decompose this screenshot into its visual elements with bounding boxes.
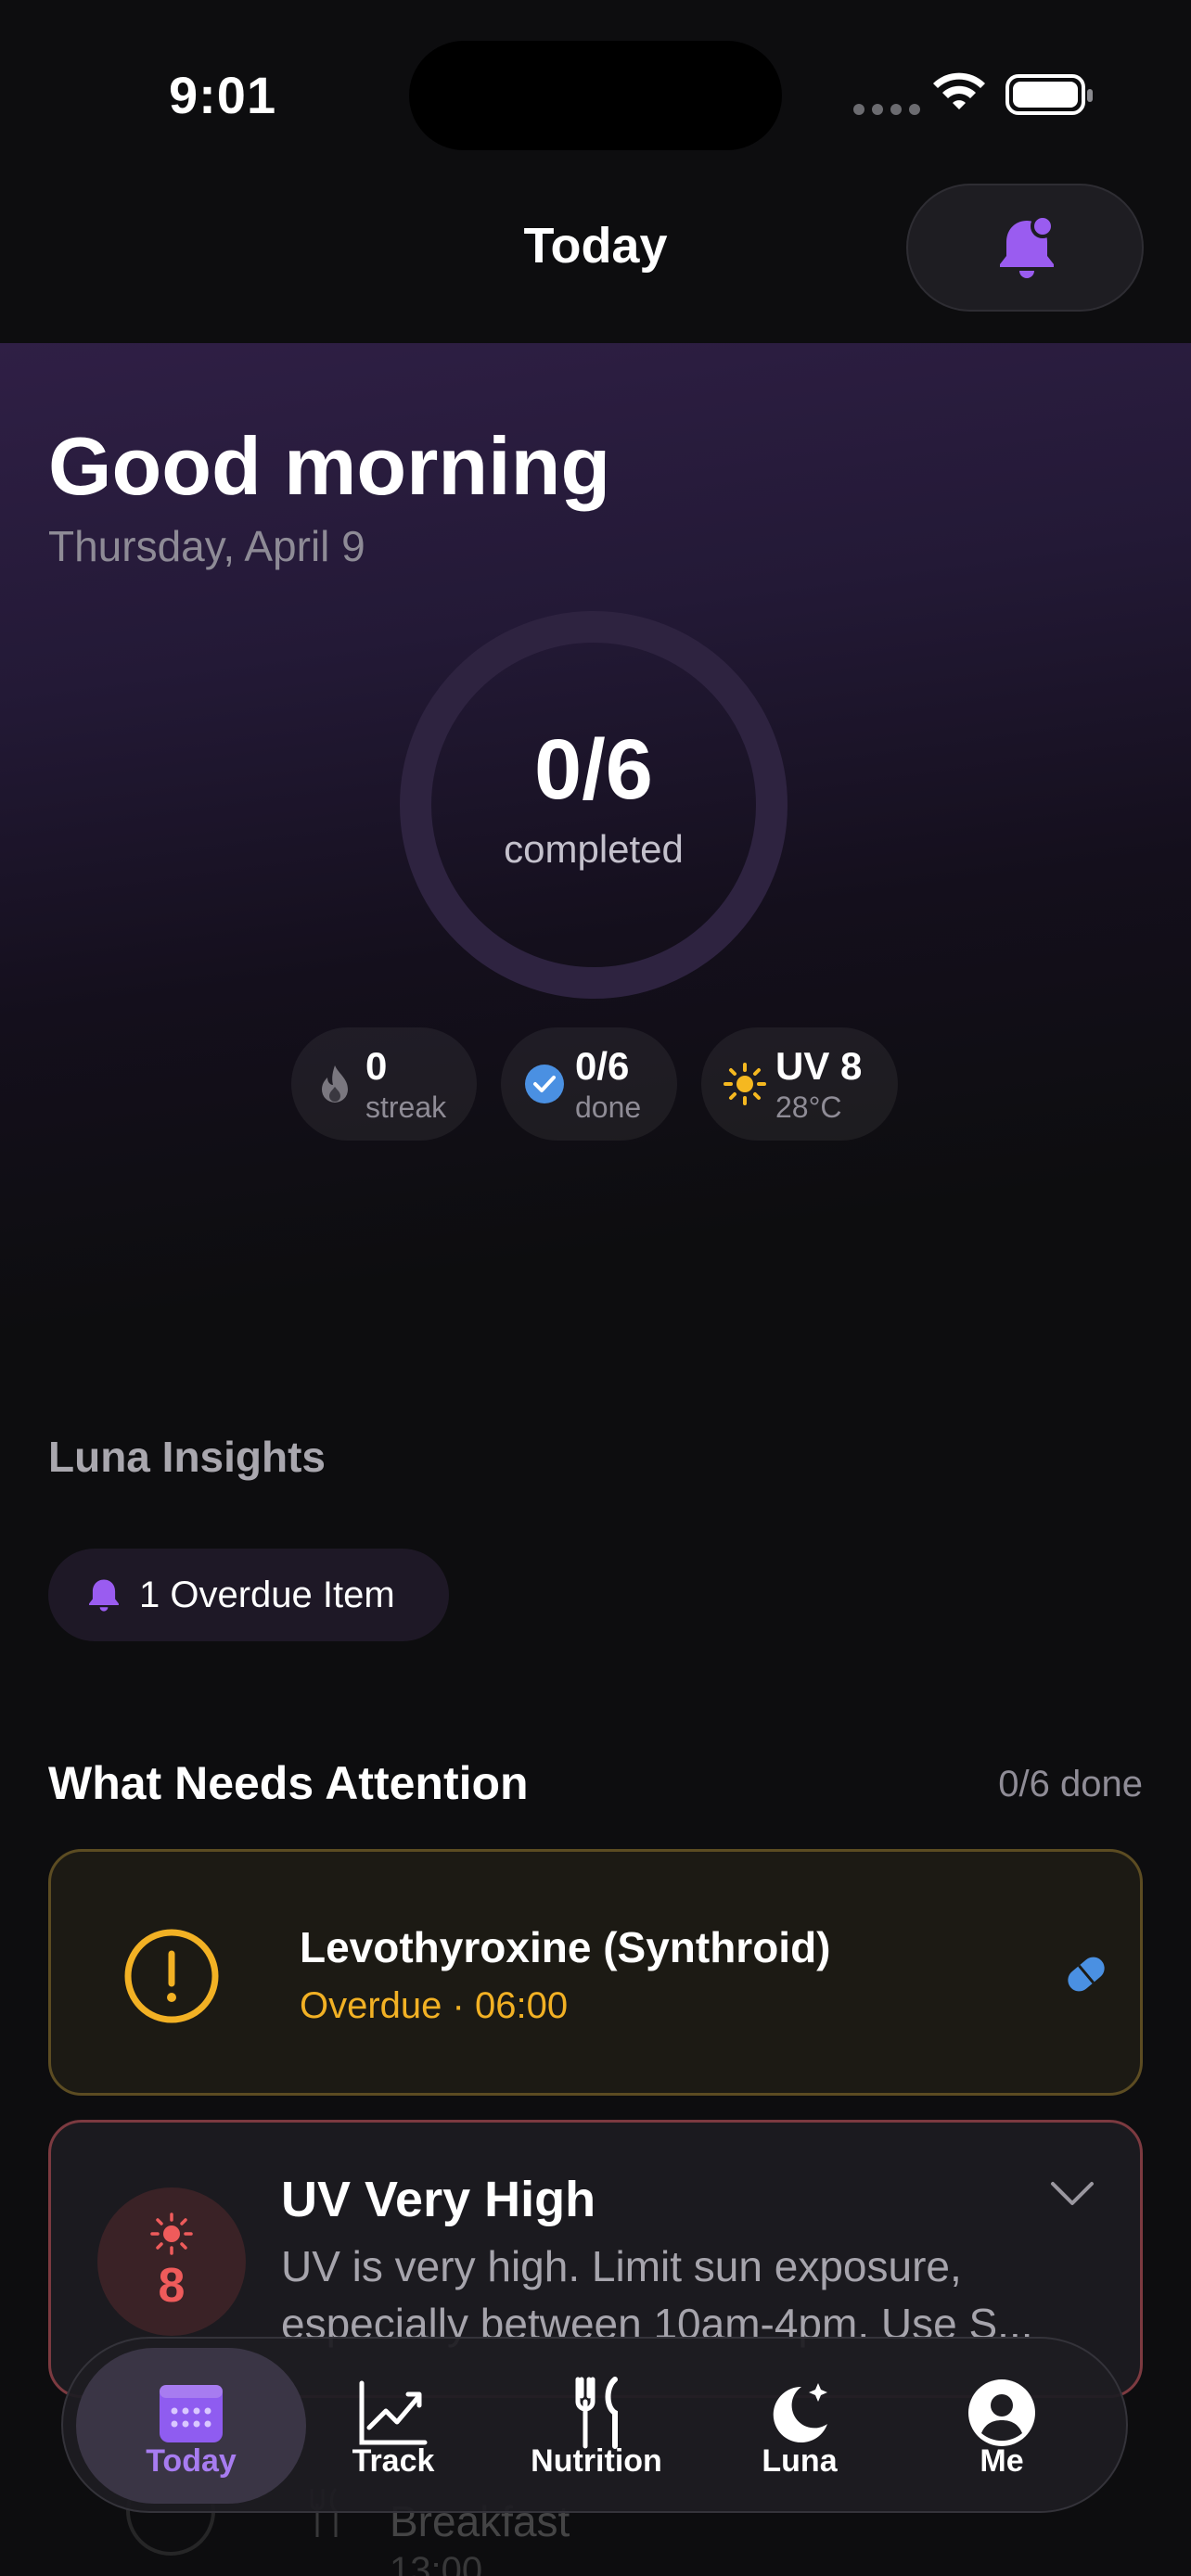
uv-badge-value: 8	[158, 2259, 186, 2313]
tab-label: Nutrition	[531, 2443, 662, 2479]
fork-knife-icon	[575, 2377, 618, 2449]
overdue-label: 1 Overdue Item	[139, 1575, 395, 1615]
next-item-time: 13:00	[390, 2550, 483, 2576]
status-bar: 9:01	[0, 0, 1191, 167]
tab-label: Luna	[762, 2443, 838, 2479]
progress-value: 0/6	[534, 722, 653, 817]
chart-icon	[359, 2380, 428, 2445]
tab-luna[interactable]: Luna	[707, 2348, 892, 2504]
tab-label: Me	[980, 2443, 1024, 2479]
tab-nutrition[interactable]: Nutrition	[504, 2348, 689, 2504]
chevron-down-icon[interactable]	[1049, 2180, 1095, 2208]
medication-status: Overdue · 06:00	[300, 1985, 569, 2026]
streak-label: streak	[365, 1090, 447, 1124]
temperature-label: 28°C	[775, 1090, 842, 1124]
done-value: 0/6	[575, 1044, 630, 1088]
uv-badge: 8	[97, 2187, 246, 2336]
cellular-signal-icon	[853, 104, 920, 115]
overdue-pill[interactable]: 1 Overdue Item	[48, 1549, 449, 1641]
medication-name: Levothyroxine (Synthroid)	[300, 1923, 831, 1971]
bell-icon	[89, 1579, 119, 1612]
sun-icon	[150, 2213, 193, 2255]
insights-title: Luna Insights	[48, 1433, 326, 1481]
current-date: Thursday, April 9	[48, 522, 365, 570]
streak-value: 0	[365, 1044, 388, 1088]
alert-icon	[124, 1929, 219, 2023]
sun-icon	[724, 1063, 766, 1105]
tab-bar: Today Track Nutrition Luna Me	[61, 2337, 1128, 2513]
tab-label: Track	[352, 2443, 435, 2479]
greeting: Good morning	[48, 420, 611, 512]
weather-chip[interactable]: UV 8 28°C	[701, 1027, 898, 1141]
status-time: 9:01	[169, 66, 277, 124]
tab-today[interactable]: Today	[76, 2348, 306, 2504]
medication-card[interactable]: Levothyroxine (Synthroid) Overdue · 06:0…	[48, 1849, 1143, 2096]
wifi-icon	[933, 72, 985, 109]
dynamic-island	[409, 41, 782, 150]
uv-alert-text: UV is very high. Limit sun exposure, esp…	[281, 2242, 1033, 2348]
check-circle-icon	[525, 1065, 564, 1103]
attention-count: 0/6 done	[998, 1764, 1143, 1804]
bell-icon	[1000, 214, 1055, 278]
nav-header: Today	[0, 167, 1191, 343]
streak-chip[interactable]: 0 streak	[291, 1027, 477, 1141]
tab-me[interactable]: Me	[909, 2348, 1095, 2504]
tab-track[interactable]: Track	[301, 2348, 486, 2504]
tab-label: Today	[146, 2443, 237, 2479]
pill-icon[interactable]	[1060, 1948, 1112, 2000]
flame-icon	[322, 1065, 348, 1103]
attention-title: What Needs Attention	[48, 1757, 529, 1809]
done-chip[interactable]: 0/6 done	[501, 1027, 677, 1141]
done-label: done	[575, 1090, 642, 1124]
notifications-button[interactable]	[906, 184, 1144, 312]
calendar-icon	[160, 2385, 223, 2442]
hero-section: Good morning Thursday, April 9 0/6 compl…	[0, 343, 1191, 1345]
moon-icon	[773, 2383, 827, 2442]
uv-alert-title: UV Very High	[281, 2172, 596, 2227]
uv-value: UV 8	[775, 1044, 863, 1088]
battery-icon	[1005, 74, 1093, 115]
person-icon	[968, 2379, 1035, 2446]
progress-label: completed	[504, 827, 684, 871]
